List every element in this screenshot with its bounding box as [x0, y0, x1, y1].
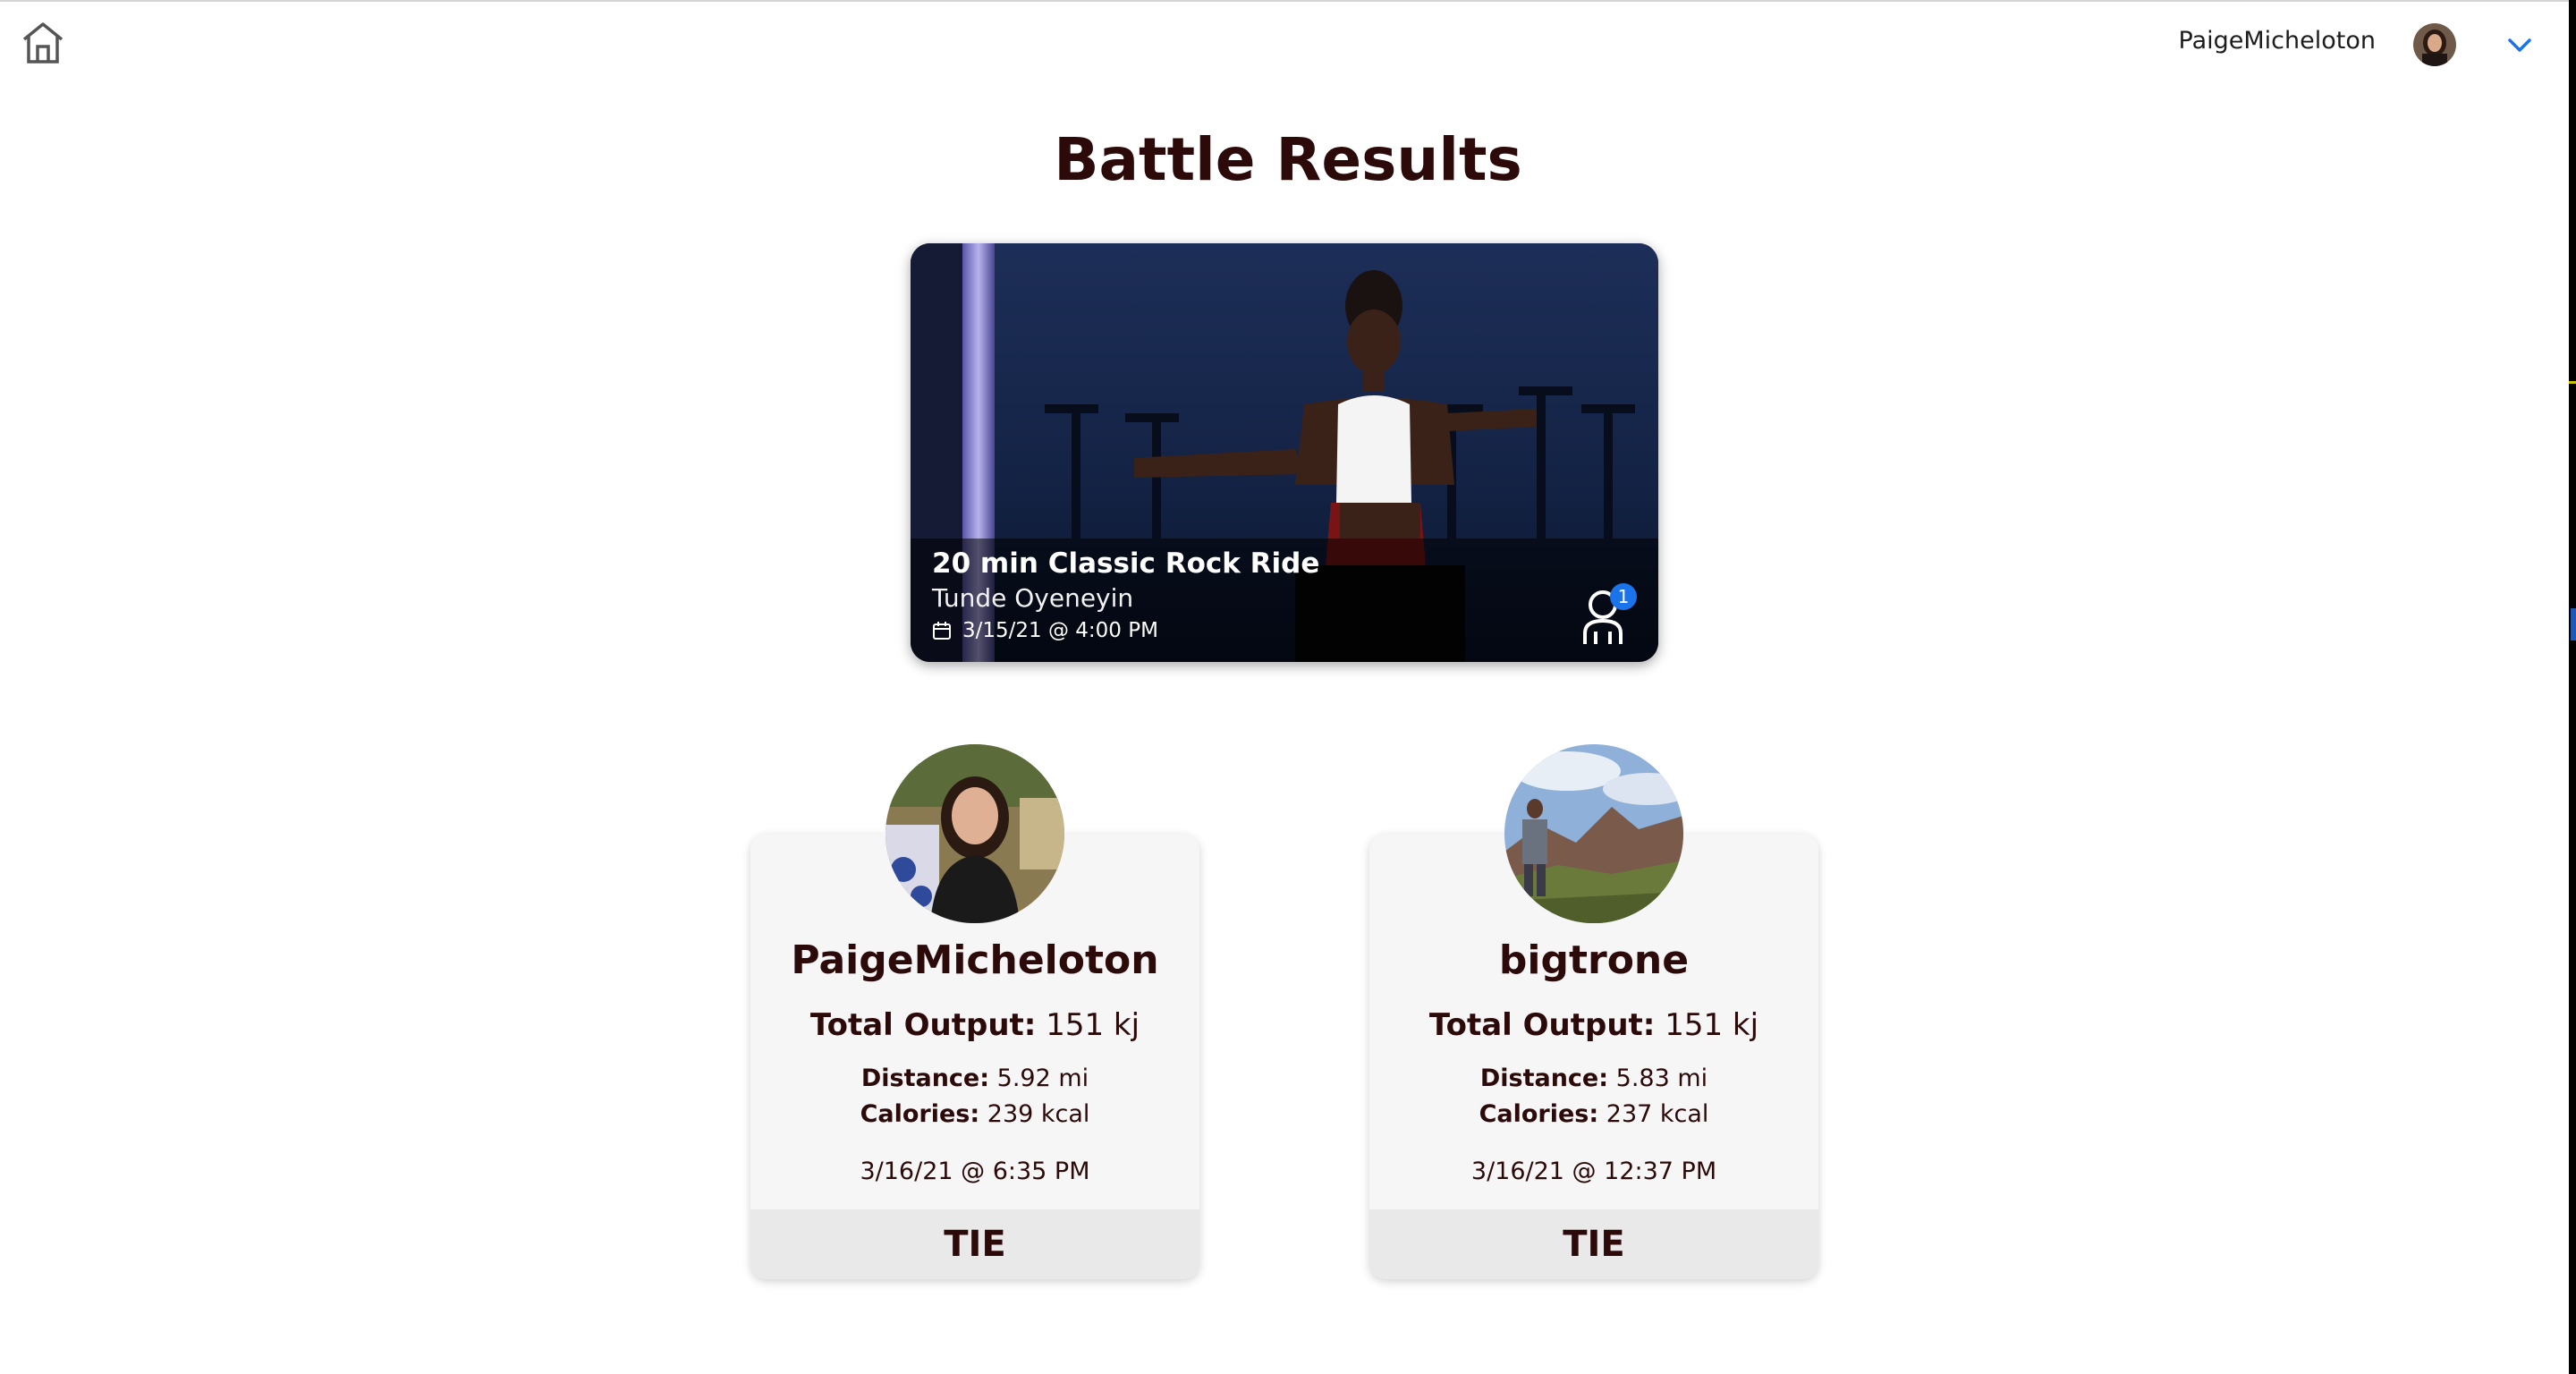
home-button[interactable] [20, 20, 66, 66]
distance: Distance: 5.83 mi [1369, 1064, 1818, 1092]
distance-label: Distance: [1479, 1064, 1609, 1092]
user-avatar[interactable] [2413, 23, 2456, 66]
battle-outcome: TIE [750, 1209, 1199, 1279]
calories: Calories: 239 kcal [750, 1100, 1199, 1128]
calendar-icon [932, 621, 952, 640]
scrollbar-thumb[interactable] [2571, 608, 2576, 640]
calories-value: 239 kcal [987, 1100, 1090, 1128]
account-menu-toggle[interactable] [2506, 34, 2533, 55]
competitor-avatar [1504, 744, 1683, 923]
class-card[interactable]: 20 min Classic Rock Ride Tunde Oyeneyin … [911, 243, 1658, 662]
battle-results-page: PaigeMicheloton Battle Results 20 min Cl… [0, 0, 2576, 1374]
page-title: Battle Results [1054, 125, 1522, 194]
calories: Calories: 237 kcal [1369, 1100, 1818, 1128]
participant-count-badge: 1 [1610, 583, 1637, 610]
total-output-label: Total Output: [1428, 1007, 1656, 1043]
total-output: Total Output: 151 kj [1369, 1007, 1818, 1043]
calories-label: Calories: [860, 1100, 980, 1128]
scrollbar[interactable] [2569, 0, 2576, 1374]
distance-value: 5.92 mi [996, 1064, 1089, 1092]
competitor-name: PaigeMicheloton [791, 937, 1159, 983]
ride-date: 3/16/21 @ 6:35 PM [860, 1158, 1090, 1185]
distance-label: Distance: [860, 1064, 990, 1092]
class-date-row: 3/15/21 @ 4:00 PM [932, 619, 1158, 642]
top-divider [0, 0, 2576, 2]
class-date: 3/15/21 @ 4:00 PM [962, 619, 1158, 642]
battle-outcome: TIE [1369, 1209, 1818, 1279]
home-icon [22, 22, 64, 64]
competitor-avatar [886, 744, 1064, 923]
total-output-label: Total Output: [809, 1007, 1037, 1043]
scrollbar-marker [2569, 381, 2576, 384]
total-output: Total Output: 151 kj [750, 1007, 1199, 1043]
distance: Distance: 5.92 mi [750, 1064, 1199, 1092]
calories-label: Calories: [1479, 1100, 1599, 1128]
class-title: 20 min Classic Rock Ride [932, 547, 1320, 580]
chevron-down-icon [2508, 38, 2531, 52]
header-username[interactable]: PaigeMicheloton [2179, 27, 2376, 55]
total-output-value: 151 kj [1046, 1007, 1140, 1043]
ride-date: 3/16/21 @ 12:37 PM [1470, 1158, 1717, 1185]
total-output-value: 151 kj [1665, 1007, 1759, 1043]
calories-value: 237 kcal [1606, 1100, 1709, 1128]
class-instructor: Tunde Oyeneyin [932, 583, 1134, 613]
distance-value: 5.83 mi [1615, 1064, 1708, 1092]
competitor-name: bigtrone [1498, 937, 1690, 983]
